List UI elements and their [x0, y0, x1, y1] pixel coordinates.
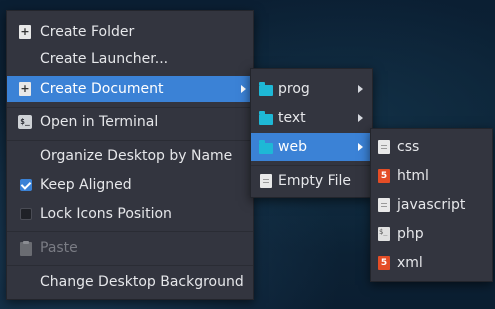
template-item-css[interactable]: css	[371, 133, 492, 161]
text-file-icon	[260, 174, 272, 188]
menu-item-label: Create Folder	[40, 24, 135, 40]
paste-icon	[20, 241, 32, 256]
template-item-xml[interactable]: 5 xml	[371, 249, 492, 277]
menu-item-create-launcher[interactable]: Create Launcher...	[7, 46, 253, 72]
submenu-arrow-icon	[358, 114, 363, 122]
menu-item-label: Keep Aligned	[40, 177, 132, 193]
menu-item-label: web	[278, 139, 307, 155]
menu-item-keep-aligned[interactable]: Keep Aligned	[7, 172, 253, 198]
menu-item-label: html	[397, 168, 429, 184]
menu-item-organize-desktop[interactable]: Organize Desktop by Name	[7, 143, 253, 169]
submenu-item-empty-file[interactable]: Empty File	[251, 167, 372, 195]
terminal-icon: $_	[18, 115, 32, 129]
template-item-php[interactable]: $_ php	[371, 220, 492, 248]
submenu-arrow-icon	[241, 85, 246, 93]
menu-item-label: css	[397, 139, 420, 155]
folder-icon	[259, 82, 273, 96]
submenu-arrow-icon	[358, 85, 363, 93]
menu-item-open-in-terminal[interactable]: $_ Open in Terminal	[7, 109, 253, 135]
folder-icon	[259, 111, 273, 125]
folder-add-icon: +	[19, 25, 31, 39]
menu-separator	[7, 265, 253, 266]
menu-item-label: Create Launcher...	[40, 51, 169, 67]
menu-item-lock-icons-position[interactable]: Lock Icons Position	[7, 201, 253, 227]
create-document-submenu: prog text web Empty File	[250, 68, 373, 198]
menu-separator	[7, 107, 253, 108]
menu-item-label: text	[278, 110, 306, 126]
menu-item-label: Change Desktop Background	[40, 274, 244, 290]
menu-item-create-document[interactable]: + Create Document	[7, 76, 253, 102]
submenu-item-prog[interactable]: prog	[251, 75, 372, 103]
template-item-html[interactable]: 5 html	[371, 162, 492, 190]
document-add-icon: +	[19, 82, 31, 96]
menu-item-paste: Paste	[7, 235, 253, 261]
checkbox-unchecked-icon[interactable]	[20, 208, 32, 220]
menu-item-label: Empty File	[278, 173, 352, 189]
menu-item-label: xml	[397, 255, 423, 271]
folder-icon	[259, 140, 273, 154]
menu-item-label: javascript	[397, 197, 466, 213]
menu-item-label: Open in Terminal	[40, 114, 159, 130]
menu-item-label: Lock Icons Position	[40, 206, 172, 222]
desktop-context-menu: + Create Folder Create Launcher... + Cre…	[6, 10, 254, 300]
web-templates-submenu: css 5 html javascript $_ php 5 xml	[370, 128, 493, 282]
checkbox-checked-icon[interactable]	[20, 179, 32, 191]
text-file-icon	[378, 140, 390, 154]
menu-item-label: php	[397, 226, 424, 242]
html5-icon: 5	[378, 256, 390, 270]
submenu-arrow-icon	[358, 143, 363, 151]
menu-item-label: Paste	[40, 240, 78, 256]
menu-item-create-folder[interactable]: + Create Folder	[7, 19, 253, 45]
submenu-item-web[interactable]: web	[251, 133, 372, 161]
script-file-icon: $_	[378, 227, 390, 241]
menu-item-change-desktop-background[interactable]: Change Desktop Background	[7, 269, 253, 295]
menu-separator	[7, 140, 253, 141]
template-item-javascript[interactable]: javascript	[371, 191, 492, 219]
menu-item-label: Organize Desktop by Name	[40, 148, 233, 164]
menu-item-label: Create Document	[40, 81, 164, 97]
menu-separator	[251, 165, 372, 166]
html5-icon: 5	[378, 169, 390, 183]
text-file-icon	[378, 198, 390, 212]
menu-item-label: prog	[278, 81, 310, 97]
menu-separator	[7, 231, 253, 232]
submenu-item-text[interactable]: text	[251, 104, 372, 132]
